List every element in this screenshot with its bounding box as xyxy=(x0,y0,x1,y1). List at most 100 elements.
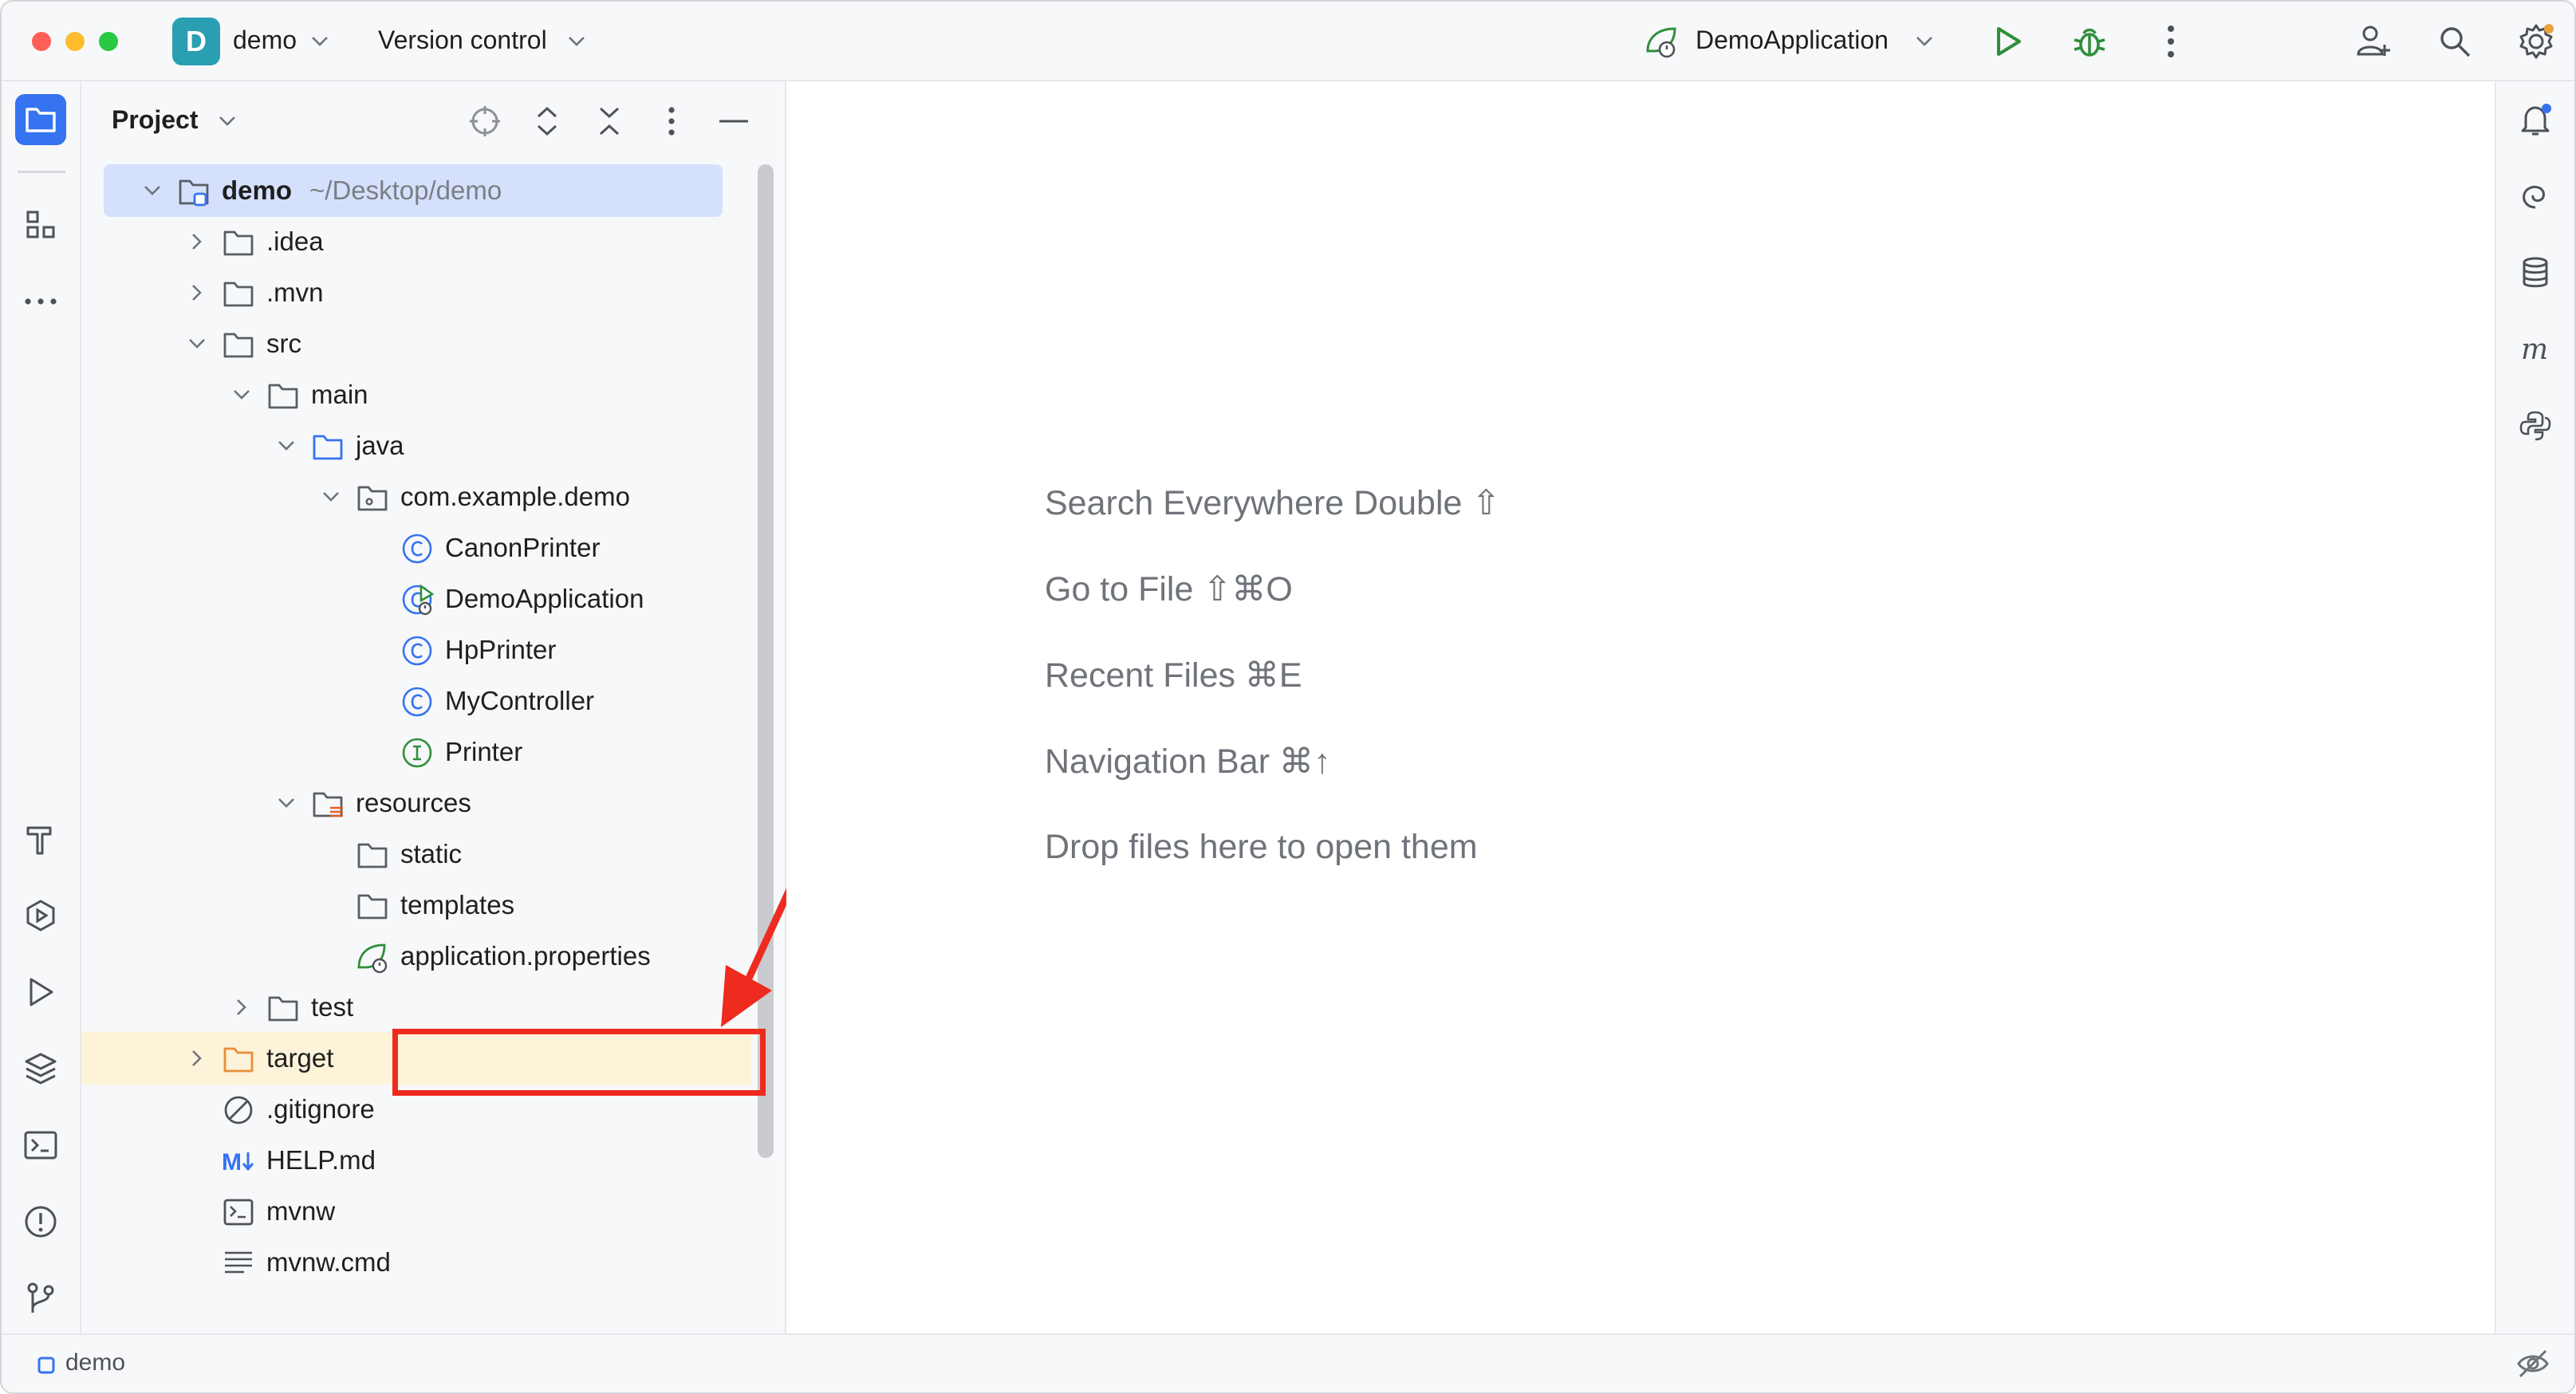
tree-item[interactable]: src xyxy=(81,317,735,370)
git-tool-button[interactable] xyxy=(15,1273,66,1324)
problems-tool-button[interactable] xyxy=(15,1196,66,1247)
database-icon xyxy=(2523,257,2548,288)
chevron-right-icon[interactable] xyxy=(185,281,209,305)
select-opened-file-button[interactable] xyxy=(463,99,507,144)
tree-item[interactable]: .mvn xyxy=(81,266,735,319)
tree-item[interactable]: HpPrinter xyxy=(81,624,735,676)
chevron-down-icon[interactable] xyxy=(274,434,298,458)
expand-all-icon xyxy=(537,106,557,136)
chevron-down-icon[interactable] xyxy=(1914,33,1935,49)
tree-item[interactable]: resources xyxy=(81,777,735,829)
spring-properties-icon xyxy=(357,943,388,974)
panel-title[interactable]: Project xyxy=(112,105,198,135)
tree-item[interactable]: CanonPrinter xyxy=(81,522,735,574)
tree-item[interactable]: java xyxy=(81,419,735,472)
chevron-down-icon[interactable] xyxy=(309,33,330,49)
vcs-menu[interactable]: Version control xyxy=(378,26,547,55)
database-tool-button[interactable] xyxy=(2510,247,2561,298)
notifications-tool-button[interactable] xyxy=(2510,94,2561,145)
search-button[interactable] xyxy=(2432,19,2477,64)
markdown-icon: M xyxy=(222,1149,254,1175)
tree-item-label: mvnw.cmd xyxy=(266,1247,391,1277)
tree-item-label: DemoApplication xyxy=(445,584,644,613)
expand-all-button[interactable] xyxy=(525,99,569,144)
tree-item[interactable]: .idea xyxy=(81,215,735,268)
interface-icon xyxy=(402,738,432,768)
editor-empty-state: Search Everywhere Double ⇧ Go to File ⇧⌘… xyxy=(786,81,2495,1333)
layers-icon xyxy=(25,1053,57,1085)
gitignore-icon xyxy=(224,1096,253,1124)
chevron-down-icon[interactable] xyxy=(230,383,254,407)
tree-item-label: mvnw xyxy=(266,1196,336,1226)
more-actions-button[interactable] xyxy=(2149,19,2193,64)
tree-item[interactable]: application.properties xyxy=(81,930,735,982)
add-user-button[interactable] xyxy=(2351,19,2396,64)
chevron-right-icon[interactable] xyxy=(185,230,209,254)
chevron-right-icon[interactable] xyxy=(185,1046,209,1070)
maven-tool-button[interactable]: m xyxy=(2510,324,2561,375)
run-configuration-selector[interactable]: DemoApplication xyxy=(1696,26,1889,55)
services-tool-button[interactable] xyxy=(15,890,66,941)
hide-panel-button[interactable] xyxy=(711,99,756,144)
tree-item[interactable]: mvnw.cmd xyxy=(81,1236,735,1289)
tree-item[interactable]: main xyxy=(81,368,735,421)
ai-assistant-tool-button[interactable] xyxy=(2510,171,2561,222)
terminal-tool-button[interactable] xyxy=(15,1120,66,1171)
collapse-all-button[interactable] xyxy=(587,99,632,144)
hint-drop-files: Drop files here to open them xyxy=(1045,828,1478,866)
package-icon xyxy=(357,486,388,511)
tree-item-label: static xyxy=(400,839,463,868)
chevron-down-icon[interactable] xyxy=(185,332,209,356)
tree-item[interactable]: test xyxy=(81,981,735,1034)
project-name[interactable]: demo xyxy=(233,26,297,55)
folder-icon xyxy=(357,894,388,919)
layers-tool-button[interactable] xyxy=(15,1043,66,1094)
python-tool-button[interactable] xyxy=(2510,400,2561,451)
tree-item[interactable]: demo ~/Desktop/demo xyxy=(104,164,723,217)
maven-icon: m xyxy=(2521,333,2548,366)
tree-item[interactable]: mvnw xyxy=(81,1185,735,1238)
tree-item[interactable]: Printer xyxy=(81,726,735,778)
class-icon xyxy=(402,636,432,666)
add-user-icon xyxy=(2357,26,2390,56)
chevron-down-icon[interactable] xyxy=(566,33,587,49)
debug-button[interactable] xyxy=(2067,19,2112,64)
project-tool-button[interactable] xyxy=(15,94,66,145)
tree-item-label: java xyxy=(356,431,404,460)
chevron-down-icon[interactable] xyxy=(319,485,343,509)
more-tools-button[interactable] xyxy=(15,276,66,327)
tree-item[interactable]: com.example.demo xyxy=(81,471,735,523)
panel-options-button[interactable] xyxy=(649,99,694,144)
tree-item[interactable]: M HELP.md xyxy=(81,1134,735,1187)
minimize-window-button[interactable] xyxy=(65,32,85,51)
bug-icon xyxy=(2074,28,2105,57)
text-file-icon xyxy=(225,1251,252,1274)
structure-icon xyxy=(26,211,55,238)
ide-window: D demo Version control DemoApplication P… xyxy=(0,0,2576,1394)
chevron-down-icon[interactable] xyxy=(140,179,164,203)
chevron-down-icon[interactable] xyxy=(217,113,238,129)
spring-boot-run-config-icon[interactable] xyxy=(1643,24,1681,59)
build-tool-button[interactable] xyxy=(15,813,66,864)
svg-text:M: M xyxy=(222,1149,242,1175)
structure-tool-button[interactable] xyxy=(15,199,66,250)
folder-icon xyxy=(268,996,298,1022)
run-tool-button[interactable] xyxy=(15,967,66,1018)
project-badge[interactable]: D xyxy=(172,18,220,65)
tree-item[interactable]: templates xyxy=(81,879,735,931)
tree-item[interactable]: DemoApplication xyxy=(81,573,735,625)
chevron-down-icon[interactable] xyxy=(274,791,298,815)
tree-item[interactable]: MyController xyxy=(81,675,735,727)
status-breadcrumb[interactable]: demo xyxy=(65,1349,125,1376)
zoom-window-button[interactable] xyxy=(99,32,118,51)
chevron-right-icon[interactable] xyxy=(230,995,254,1019)
svg-text:m: m xyxy=(2521,333,2548,366)
settings-button[interactable] xyxy=(2514,19,2558,64)
tree-item[interactable]: static xyxy=(81,828,735,880)
collapse-all-icon xyxy=(599,107,620,136)
run-button[interactable] xyxy=(1986,19,2030,64)
tree-item-label: templates xyxy=(400,890,515,919)
terminal-icon xyxy=(24,1131,57,1160)
close-window-button[interactable] xyxy=(32,32,51,51)
power-save-eye-icon[interactable] xyxy=(2515,1348,2550,1380)
